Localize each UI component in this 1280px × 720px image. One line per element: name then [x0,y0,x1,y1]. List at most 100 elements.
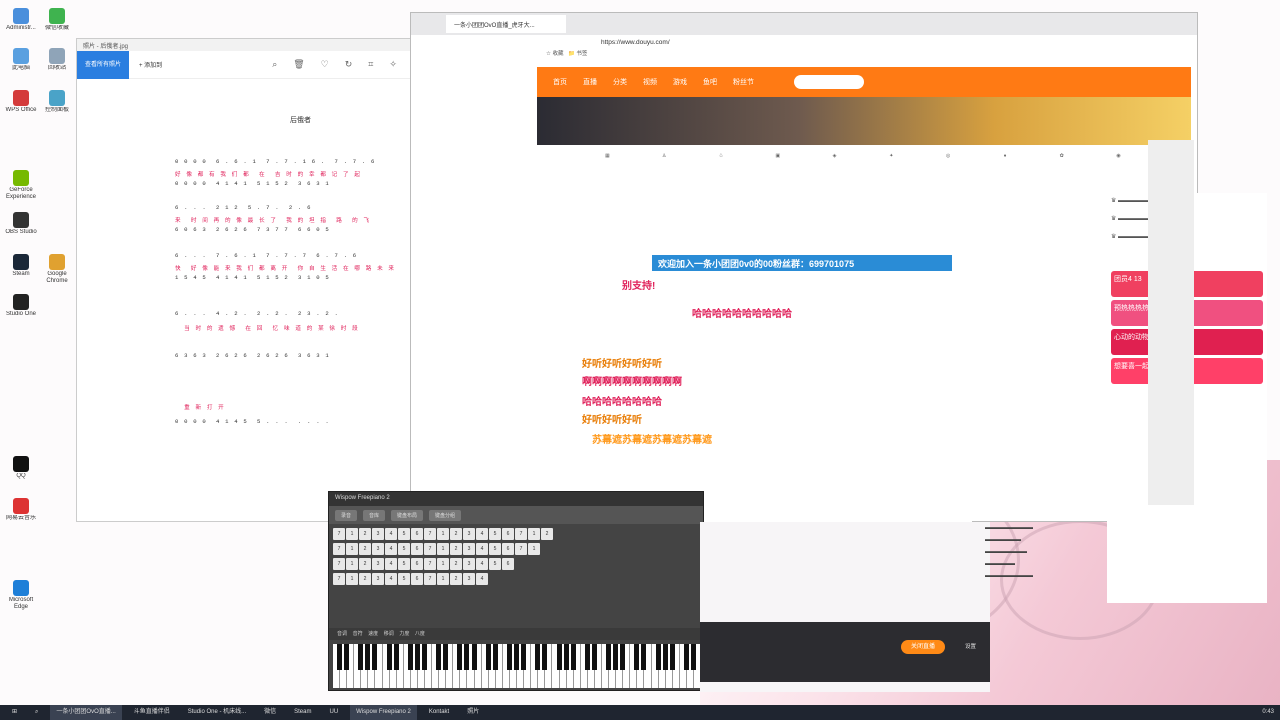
piano-white-key[interactable] [460,644,470,688]
rotate-icon[interactable]: ↻ [345,59,353,70]
piano-tab-record[interactable]: 录音 [335,509,358,521]
stop-stream-button[interactable]: 关闭直播 [900,640,945,654]
gift-slot[interactable]: ◈ [806,145,863,191]
nav-item-home[interactable]: 首页 [553,77,567,87]
nav-item-video[interactable]: 视频 [643,77,657,87]
nav-item-category[interactable]: 分类 [613,77,627,87]
piano-white-key[interactable] [538,644,548,688]
gift-slot[interactable]: ▣ [749,145,806,191]
piano-white-key[interactable] [432,644,442,688]
piano-white-key[interactable] [503,644,512,688]
piano-white-key[interactable] [361,644,371,688]
desktop-icon[interactable]: Steam [2,252,40,292]
browser-tab[interactable]: 一条小团团OvO直播_虎牙大... [446,15,566,33]
piano-white-key[interactable] [567,644,576,688]
taskbar-item[interactable]: 微信 [258,705,282,720]
piano-white-key[interactable] [390,644,399,688]
desktop-icon[interactable]: Google Chrome [38,252,76,292]
piano-white-key[interactable] [666,644,675,688]
desktop-icon[interactable]: GeForce Experience [2,168,40,208]
taskbar-item[interactable]: Wispow Freepiano 2 [350,705,417,720]
piano-white-key[interactable] [609,644,619,688]
piano-white-key[interactable] [383,644,392,688]
nav-item-live[interactable]: 直播 [583,77,597,87]
piano-white-key[interactable] [652,644,661,688]
piano-keyboard[interactable] [333,644,702,688]
piano-white-key[interactable] [482,644,491,688]
clock[interactable]: 0:43 [1262,705,1274,720]
piano-white-key[interactable] [623,644,631,688]
piano-white-key[interactable] [439,644,449,688]
piano-white-key[interactable] [375,644,383,688]
desktop-icon[interactable]: QQ [2,454,40,494]
taskbar-item[interactable]: 斗鱼直播伴侣 [128,705,176,720]
piano-white-key[interactable] [659,644,668,688]
piano-white-key[interactable] [368,644,378,688]
video-player[interactable]: 欢迎加入一条小团团0v0的00粉丝群：699701075 别支持! 哈哈哈哈哈哈… [582,245,972,525]
gift-slot[interactable]: ◎ [920,145,977,191]
piano-white-key[interactable] [496,644,503,688]
piano-white-key[interactable] [404,644,413,688]
desktop-icon[interactable]: OBS Studio [2,210,40,250]
piano-white-key[interactable] [637,644,647,688]
taskbar-item[interactable]: Studio One - 机床线... [182,705,252,720]
desktop-icon[interactable]: 回收站 [38,46,76,86]
piano-white-key[interactable] [574,644,581,688]
desktop-icon[interactable]: 网易云音乐 [2,496,40,536]
site-search-input[interactable] [794,75,864,89]
piano-white-key[interactable] [467,644,477,688]
piano-white-key[interactable] [453,644,463,688]
taskbar-item[interactable]: Steam [288,705,317,720]
view-all-photos-button[interactable]: 查看所有照片 [77,50,130,79]
piano-white-key[interactable] [644,644,652,688]
desktop-icon[interactable]: 此电脑 [2,46,40,86]
piano-white-key[interactable] [517,644,527,688]
piano-white-key[interactable] [333,644,343,688]
gift-slot[interactable]: ✿ [1033,145,1090,191]
piano-white-key[interactable] [602,644,612,688]
piano-white-key[interactable] [673,644,680,688]
piano-white-key[interactable] [397,644,404,688]
desktop-icon[interactable]: Studio One [2,292,40,332]
desktop-icon[interactable]: Microsoft Edge [2,578,40,618]
nav-item-game[interactable]: 游戏 [673,77,687,87]
gift-slot[interactable]: ♧ [693,145,750,191]
taskbar-item[interactable]: UU [323,705,344,720]
piano-white-key[interactable] [347,644,355,688]
browser-window[interactable]: 一条小团团OvO直播_虎牙大... https://www.douyu.com/… [410,12,1267,603]
piano-tab-layout[interactable]: 键盘布局 [391,509,424,521]
desktop-icon[interactable]: WPS Office [2,88,40,128]
piano-white-key[interactable] [560,644,569,688]
gift-slot[interactable]: ✦ [863,145,920,191]
add-to-button[interactable]: + 添加到 [139,60,162,69]
nav-item-fan-festival[interactable]: 粉丝节 [733,77,754,87]
piano-white-key[interactable] [340,644,350,688]
start-icon[interactable]: ⊞ [6,705,23,720]
taskbar-item[interactable]: 一条小团团OvO直播... [50,705,122,720]
taskbar-item[interactable]: 照片 [461,705,485,720]
piano-white-key[interactable] [552,644,562,688]
search-icon[interactable]: ⌕ [29,705,44,720]
piano-white-key[interactable] [616,644,626,688]
piano-tab-group[interactable]: 键盘分组 [429,509,462,521]
crop-icon[interactable]: ⌗ [368,59,373,70]
taskbar-item[interactable]: Kontakt [423,705,455,720]
favorite-icon[interactable]: ♡ [321,59,329,70]
desktop-icon[interactable]: Administr... [2,6,40,46]
piano-white-key[interactable] [687,644,696,688]
gift-slot[interactable]: ▦ [579,145,636,191]
piano-white-key[interactable] [475,644,482,688]
piano-white-key[interactable] [354,644,364,688]
piano-white-key[interactable] [510,644,520,688]
piano-white-key[interactable] [581,644,590,688]
settings-button[interactable]: 设置 [965,642,976,650]
gift-slot[interactable]: ♙ [636,145,693,191]
piano-white-key[interactable] [680,644,689,688]
freepiano-window[interactable]: Wispow Freepiano 2 录音 音库 键盘布局 键盘分组 71234… [328,491,705,691]
enhance-icon[interactable]: ✧ [389,59,397,70]
gift-slot[interactable]: ♦ [977,145,1034,191]
gift-slot[interactable]: ◉ [1090,145,1147,191]
nav-item-fishbar[interactable]: 鱼吧 [703,77,717,87]
piano-white-key[interactable] [489,644,498,688]
piano-tab-library[interactable]: 音库 [363,509,386,521]
